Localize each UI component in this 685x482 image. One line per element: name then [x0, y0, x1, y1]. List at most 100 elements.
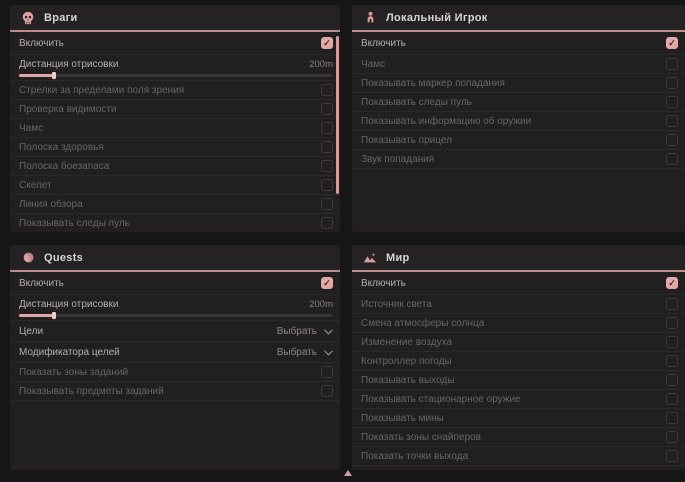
slider-row: Дистанция отрисовки200m — [10, 55, 340, 81]
checkbox[interactable] — [666, 134, 678, 146]
checkbox[interactable] — [321, 385, 333, 397]
checkbox-row: Включить — [352, 32, 685, 55]
checkbox[interactable] — [666, 355, 678, 367]
checkbox-row: Включить — [352, 272, 685, 295]
panel-body: Включить Источник света Смена атмосферы со… — [352, 272, 685, 470]
row-label: Стрелки за пределами поля зрения — [19, 85, 184, 96]
checkbox[interactable] — [321, 366, 333, 378]
row-label: Показывать мины — [361, 413, 444, 424]
checkbox-row: Показывать прицел — [352, 131, 685, 150]
checkbox-row: Звук попадания — [352, 150, 685, 169]
checkbox-row: Стрелки за пределами поля зрения — [10, 81, 340, 100]
panel-enemies: Враги Включить Дистанция отрисовки200m Стр… — [10, 5, 340, 232]
dropdown-value: Выбрать — [277, 326, 317, 337]
row-label: Показывать маркер попадания — [361, 78, 505, 89]
slider[interactable] — [19, 74, 333, 77]
checkbox[interactable] — [666, 77, 678, 89]
checkbox[interactable] — [666, 317, 678, 329]
row-label: Полоска боезапаса — [19, 161, 109, 172]
scrollbar[interactable] — [336, 36, 339, 194]
row-label: Показывать выходы — [361, 375, 454, 386]
checkbox[interactable] — [321, 160, 333, 172]
circle-icon — [21, 251, 35, 265]
row-label: Скелет — [19, 180, 52, 191]
checkbox[interactable] — [666, 393, 678, 405]
checkbox-row: Показывать маркер попадания — [352, 74, 685, 93]
slider-thumb[interactable] — [52, 72, 56, 79]
panel-header: Quests — [10, 245, 340, 272]
row-label: Контроллер погоды — [361, 356, 452, 367]
checkbox-row: Чамс — [352, 55, 685, 74]
checkbox[interactable] — [321, 84, 333, 96]
panel-title: Враги — [44, 12, 78, 24]
checkbox-row: Смена атмосферы солнца — [352, 314, 685, 333]
checkbox-row: Показать зоны снайперов — [352, 428, 685, 447]
checkbox[interactable] — [321, 179, 333, 191]
checkbox[interactable] — [321, 37, 333, 49]
slider-thumb[interactable] — [52, 312, 56, 319]
row-label: Показывать предметы заданий — [19, 386, 164, 397]
mountain-icon — [363, 251, 377, 265]
checkbox[interactable] — [321, 122, 333, 134]
slider-value: 200m — [309, 299, 333, 310]
row-label: Показывать следы пуль — [361, 97, 472, 108]
checkbox[interactable] — [666, 277, 678, 289]
dropdown[interactable]: Выбрать — [277, 343, 333, 361]
panel-body: ВключитьДистанция отрисовки200mЦелиВыбра… — [10, 272, 340, 470]
row-label: Источник света — [361, 299, 432, 310]
slider-value: 200m — [309, 59, 333, 70]
checkbox[interactable] — [666, 153, 678, 165]
dropdown[interactable]: Выбрать — [277, 322, 333, 340]
slider-fill — [19, 314, 54, 317]
checkbox-row: Проверка видимости — [10, 100, 340, 119]
panel-body: ВключитьЧамс Показывать маркер попадания П… — [352, 32, 685, 232]
checkbox-row: Показывать выходы — [352, 371, 685, 390]
slider[interactable] — [19, 314, 333, 317]
panel-title: Quests — [44, 252, 83, 264]
checkbox-row: Показать зоны заданий — [10, 363, 340, 382]
row-label: Включить — [361, 278, 406, 289]
skull-icon — [21, 11, 35, 25]
slider-fill — [19, 74, 54, 77]
checkbox-row: Линия обзора — [10, 195, 340, 214]
row-label: Цели — [19, 326, 43, 337]
checkbox[interactable] — [666, 336, 678, 348]
checkbox[interactable] — [666, 374, 678, 386]
row-label: Дистанция отрисовки — [19, 299, 118, 310]
checkbox[interactable] — [321, 277, 333, 289]
checkbox-row: Показывать следы пуль — [10, 214, 340, 232]
corner-marker-icon[interactable] — [344, 470, 352, 476]
row-label: Изменение воздуха — [361, 337, 452, 348]
panel-body: Включить Дистанция отрисовки200m Стрелки з… — [10, 32, 340, 232]
checkbox-row: Чамс — [10, 119, 340, 138]
checkbox[interactable] — [666, 58, 678, 70]
checkbox[interactable] — [321, 141, 333, 153]
checkbox-row: Показать точки выхода — [352, 447, 685, 466]
panel-title: Локальный Игрок — [386, 12, 488, 24]
checkbox[interactable] — [321, 198, 333, 210]
row-label: Полоска здоровья — [19, 142, 104, 153]
checkbox[interactable] — [321, 217, 333, 229]
checkbox-row: Источник света — [352, 295, 685, 314]
checkbox-row: Изменение воздуха — [352, 333, 685, 352]
checkbox[interactable] — [666, 298, 678, 310]
checkbox[interactable] — [666, 37, 678, 49]
row-label: Чамс — [19, 123, 43, 134]
checkbox[interactable] — [666, 431, 678, 443]
checkbox[interactable] — [321, 103, 333, 115]
row-label: Показать точки выхода — [361, 451, 468, 462]
row-label: Показать зоны заданий — [19, 367, 128, 378]
checkbox[interactable] — [666, 115, 678, 127]
checkbox[interactable] — [666, 96, 678, 108]
row-label: Включить — [19, 38, 64, 49]
row-label: Модификатора целей — [19, 347, 120, 358]
checkbox-row: Показывать стационарное оружие — [352, 390, 685, 409]
row-label: Показывать прицел — [361, 135, 452, 146]
row-label: Показывать информацию об оружии — [361, 116, 531, 127]
checkbox-row: Показывать следы пуль — [352, 93, 685, 112]
checkbox[interactable] — [666, 412, 678, 424]
panel-quests: Quests ВключитьДистанция отрисовки200mЦе… — [10, 245, 340, 470]
checkbox[interactable] — [666, 450, 678, 462]
chevron-down-icon — [324, 322, 333, 340]
slider-row: Дистанция отрисовки 200m — [10, 295, 340, 321]
